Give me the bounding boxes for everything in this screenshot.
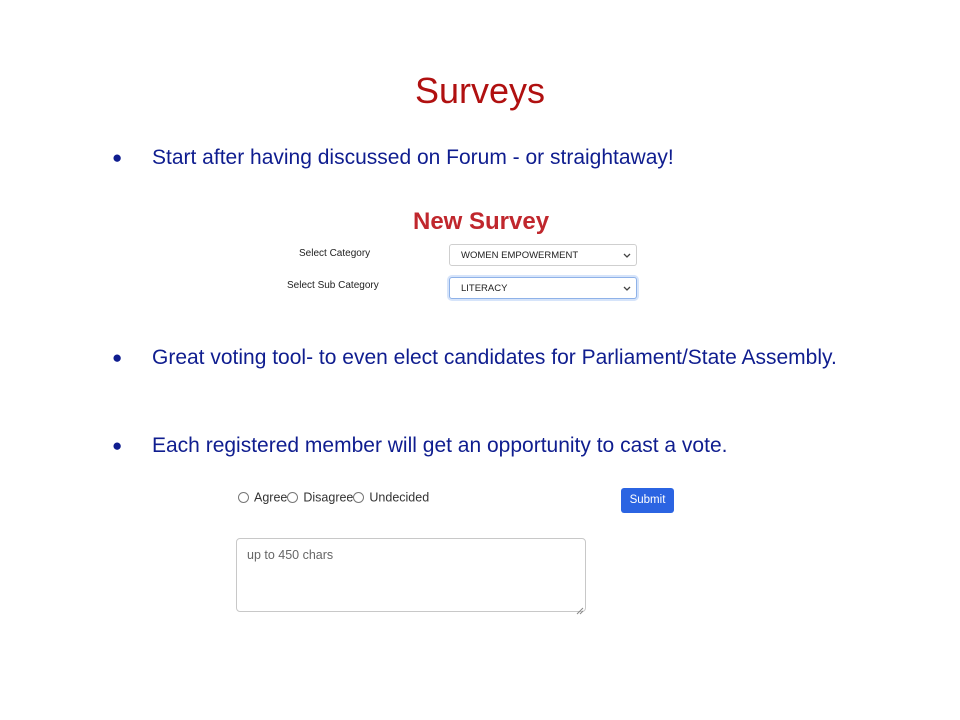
submit-button[interactable]: Submit	[621, 488, 674, 513]
category-select-value: WOMEN EMPOWERMENT	[461, 250, 579, 261]
chevron-down-icon	[623, 281, 631, 297]
chevron-down-icon	[623, 248, 631, 264]
sub-category-select-value: LITERACY	[461, 283, 508, 294]
category-select[interactable]: WOMEN EMPOWERMENT	[449, 244, 637, 266]
comment-textarea[interactable]: up to 450 chars	[236, 538, 586, 615]
radio-icon[interactable]	[353, 491, 365, 503]
new-survey-title: New Survey	[413, 208, 550, 235]
select-category-label: Select Category	[299, 248, 371, 259]
sub-category-select[interactable]: LITERACY	[449, 277, 637, 299]
radio-undecided-label: Undecided	[369, 491, 430, 506]
new-survey-form: New Survey Select Category WOMEN EMPOWER…	[270, 206, 660, 316]
slide-title: Surveys	[414, 70, 546, 111]
radio-icon[interactable]	[238, 491, 249, 503]
vote-options: Agree Disagree Undecided	[238, 490, 429, 505]
radio-icon[interactable]	[287, 491, 299, 503]
vote-form: Agree Disagree Undecided Submit up to 45…	[230, 484, 690, 624]
radio-disagree[interactable]: Disagree	[287, 490, 353, 505]
bullet-text: Start after having discussed on Forum - …	[152, 146, 674, 169]
select-sub-category-label: Select Sub Category	[287, 280, 379, 291]
comment-placeholder: up to 450 chars	[247, 548, 334, 562]
bullet-dot-icon: ●	[112, 148, 123, 167]
bullet-dot-icon: ●	[112, 436, 123, 455]
radio-agree[interactable]: Agree	[238, 490, 287, 505]
bullet-text: Great voting tool- to even elect candida…	[152, 346, 837, 369]
radio-undecided[interactable]: Undecided	[353, 490, 429, 505]
radio-agree-label: Agree	[254, 491, 288, 506]
resize-grip-icon[interactable]	[576, 602, 584, 615]
radio-disagree-label: Disagree	[303, 491, 354, 506]
bullet-dot-icon: ●	[112, 348, 123, 367]
bullet-text: Each registered member will get an oppor…	[152, 434, 728, 457]
